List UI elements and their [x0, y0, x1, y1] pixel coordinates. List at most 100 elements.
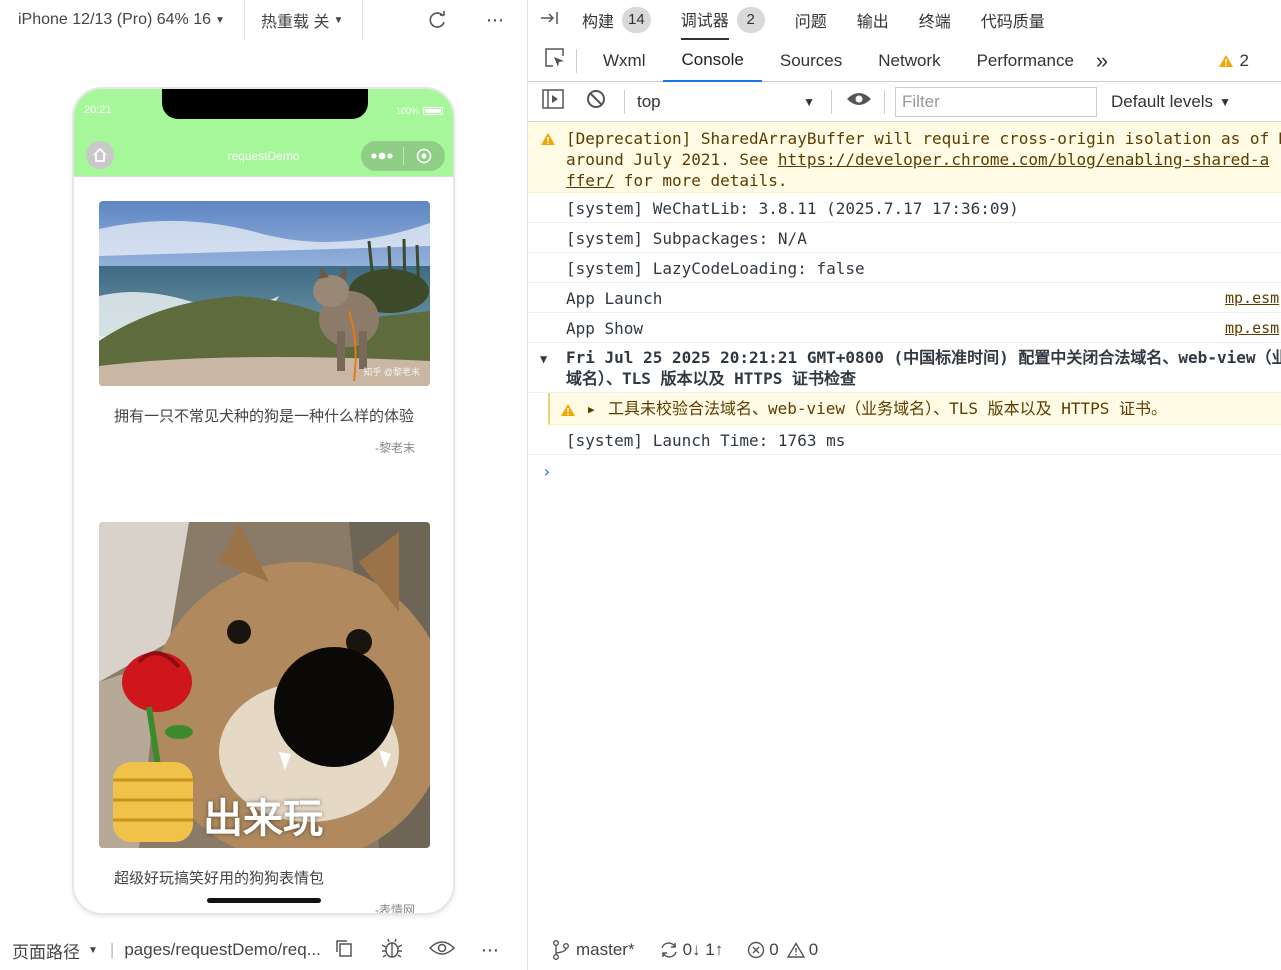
console-group[interactable]: ▼ Fri Jul 25 2025 20:21:21 GMT+0800 (中国标…	[528, 343, 1281, 393]
chevron-down-icon: ▼	[1219, 94, 1231, 109]
deprecation-link[interactable]: ffer/	[566, 171, 614, 190]
log-text: [system] Launch Time: 1763 ms	[566, 431, 846, 450]
log-text: [system] WeChatLib: 3.8.11 (2025.7.17 17…	[566, 199, 1019, 218]
tab-code-quality[interactable]: 代码质量	[981, 0, 1045, 40]
simulator-toolbar: iPhone 12/13 (Pro) 64% 16 ▼ 热重载 关 ▼ ⋯	[0, 0, 528, 40]
inspect-button[interactable]	[544, 47, 566, 74]
refresh-icon	[429, 11, 445, 28]
more-tabs-button[interactable]: »	[1096, 48, 1108, 74]
card-title: 超级好玩搞笑好用的狗狗表情包	[114, 870, 325, 887]
dog-seaside-photo	[99, 201, 430, 386]
log-text: for more details.	[614, 171, 788, 190]
divider	[884, 89, 885, 114]
git-branch[interactable]: master*	[552, 940, 635, 960]
caret-down-icon: ▼	[540, 352, 548, 366]
divider	[576, 48, 577, 73]
hot-reload-label: 热重载 关	[261, 14, 330, 31]
capsule-close-button[interactable]	[404, 148, 446, 164]
console-output: [Deprecation] SharedArrayBuffer will req…	[528, 122, 1281, 930]
divider	[624, 89, 625, 114]
status-time: 20:21	[84, 104, 112, 116]
tab-output[interactable]: 输出	[857, 0, 889, 40]
image-watermark: 知乎 @黎老末	[363, 367, 420, 377]
live-expression-button[interactable]	[846, 91, 872, 112]
devtools-panel-tabs: Wxml Console Sources Network Performance…	[528, 40, 1281, 82]
count-badge: 14	[622, 7, 651, 33]
log-text: around July 2021. See	[566, 150, 778, 169]
filter-input[interactable]	[895, 86, 1097, 117]
log-text: [Deprecation] SharedArrayBuffer will req…	[566, 129, 1281, 148]
sidebar-toggle-button[interactable]	[542, 89, 564, 114]
capsule-more-button[interactable]	[361, 152, 403, 160]
tab-label: 输出	[856, 14, 889, 31]
tab-issues[interactable]: 问题	[795, 0, 827, 40]
console-prompt[interactable]: ›	[528, 455, 1281, 485]
card-title: 拥有一只不常见犬种的狗是一种什么样的体验	[114, 408, 415, 425]
card-image: 出来玩	[99, 522, 430, 848]
warning-icon	[560, 401, 576, 422]
article-card[interactable]: 出来玩 超级好玩搞笑好用的狗狗表情包 -表情网	[99, 522, 430, 913]
caret-right-icon[interactable]: ▶	[588, 399, 595, 420]
page-content: 知乎 @黎老末 拥有一只不常见犬种的狗是一种什么样的体验 -黎老末 出来玩 超级…	[74, 177, 453, 913]
log-text: 工具未校验合法域名、web-view（业务域名）、TLS 版本以及 HTTPS …	[608, 399, 1168, 418]
tab-terminal[interactable]: 终端	[919, 0, 951, 40]
warning-count: 0	[808, 940, 819, 959]
git-sync[interactable]: 0↓ 1↑	[659, 940, 723, 960]
source-link[interactable]: mp.esm	[1225, 288, 1281, 309]
problems-counter[interactable]: 0 0	[747, 940, 818, 960]
tab-label: Console	[681, 49, 744, 69]
chevron-down-icon: ▼	[803, 94, 815, 109]
chevron-down-icon: ▼	[333, 14, 344, 26]
console-log: [system] Launch Time: 1763 ms	[528, 425, 1281, 455]
source-link[interactable]: mp.esm	[1225, 318, 1281, 339]
battery-indicator: 100%	[396, 106, 443, 116]
arrow-to-bar-icon	[541, 11, 558, 24]
console-log: App Show mp.esm	[528, 313, 1281, 343]
log-levels-label: Default levels	[1111, 91, 1214, 111]
preview-button[interactable]	[428, 940, 455, 961]
context-selector[interactable]: top ▼	[637, 92, 815, 112]
collapse-button[interactable]	[540, 9, 560, 32]
tab-sources[interactable]: Sources	[762, 40, 860, 82]
copy-button[interactable]	[335, 939, 353, 962]
battery-pct: 100%	[395, 106, 419, 116]
more-button[interactable]: ⋯	[486, 0, 504, 40]
divider	[244, 0, 245, 40]
tab-performance[interactable]: Performance	[959, 40, 1092, 82]
warnings-counter[interactable]: 2	[1218, 51, 1249, 71]
chevron-down-icon: ▼	[88, 944, 98, 956]
tab-label: 问题	[794, 14, 827, 31]
device-selector[interactable]: iPhone 12/13 (Pro) 64% 16 ▼	[18, 0, 225, 40]
eye-icon	[847, 93, 871, 105]
tab-network[interactable]: Network	[860, 40, 958, 82]
clear-console-button[interactable]	[586, 89, 606, 114]
refresh-button[interactable]	[426, 0, 448, 40]
divider	[362, 0, 363, 40]
tab-wxml[interactable]: Wxml	[585, 40, 663, 82]
more-icon[interactable]: ⋯	[481, 940, 499, 961]
tab-build[interactable]: 构建 14	[582, 0, 651, 40]
deprecation-link[interactable]: https://developer.chrome.com/blog/enabli…	[778, 150, 1269, 169]
branch-name: master*	[576, 940, 635, 959]
page-path-value: pages/requestDemo/req...	[124, 940, 321, 959]
hot-reload-toggle[interactable]: 热重载 关 ▼	[261, 0, 343, 40]
home-indicator	[207, 898, 321, 903]
tab-console[interactable]: Console	[663, 40, 762, 82]
tab-label: 代码质量	[980, 14, 1045, 31]
error-count: 0	[769, 940, 779, 959]
debug-button[interactable]	[381, 937, 403, 964]
card-image: 知乎 @黎老末	[99, 201, 430, 386]
console-warning-group-item: ▶ 工具未校验合法域名、web-view（业务域名）、TLS 版本以及 HTTP…	[548, 393, 1281, 425]
tab-debugger[interactable]: 调试器 2	[680, 0, 765, 40]
card-author: -黎老末	[375, 441, 415, 455]
simulator-bottom-bar: 页面路径 ▼ | pages/requestDemo/req... ⋯	[0, 930, 528, 970]
log-levels-selector[interactable]: Default levels ▼	[1111, 92, 1231, 112]
block-icon	[587, 90, 605, 108]
eye-icon	[428, 940, 455, 955]
article-card[interactable]: 知乎 @黎老末 拥有一只不常见犬种的狗是一种什么样的体验 -黎老末	[99, 201, 430, 456]
prompt-chevron-icon: ›	[542, 462, 552, 481]
context-label: top	[637, 91, 661, 111]
log-text: [system] Subpackages: N/A	[566, 229, 807, 248]
nav-bar: requestDemo	[74, 133, 453, 177]
page-path-label[interactable]: 页面路径	[12, 938, 80, 963]
